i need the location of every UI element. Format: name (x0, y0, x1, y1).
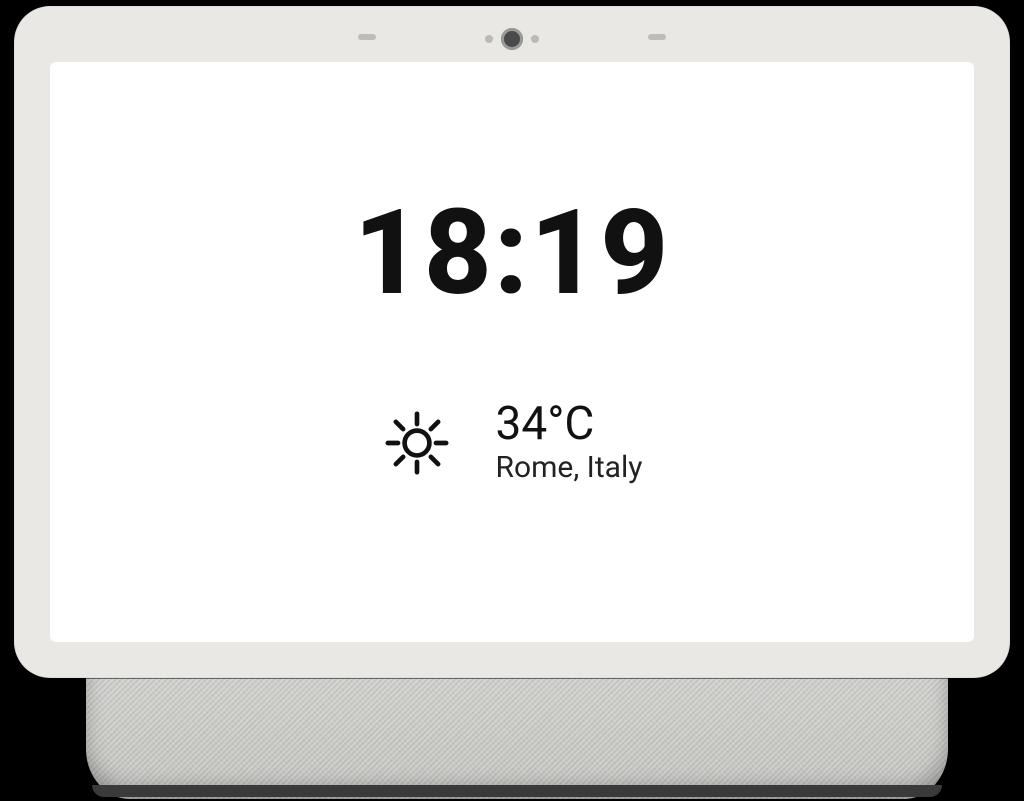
camera-cluster (485, 28, 539, 50)
screen[interactable]: 18:19 34°C (50, 62, 974, 642)
mic-dot-icon (531, 35, 539, 43)
camera-lens-icon (501, 28, 523, 50)
clock-time: 18:19 (354, 194, 671, 312)
weather-temperature: 34°C (496, 400, 643, 448)
device-bezel (14, 6, 1010, 64)
weather-location: Rome, Italy (496, 450, 643, 485)
smart-display-device: 18:19 34°C (14, 6, 1010, 678)
mic-dot-icon (485, 35, 493, 43)
sensor-right-icon (648, 34, 666, 40)
weather-panel: 34°C Rome, Italy (382, 400, 643, 485)
sun-icon (382, 408, 452, 478)
sensor-left-icon (358, 34, 376, 40)
